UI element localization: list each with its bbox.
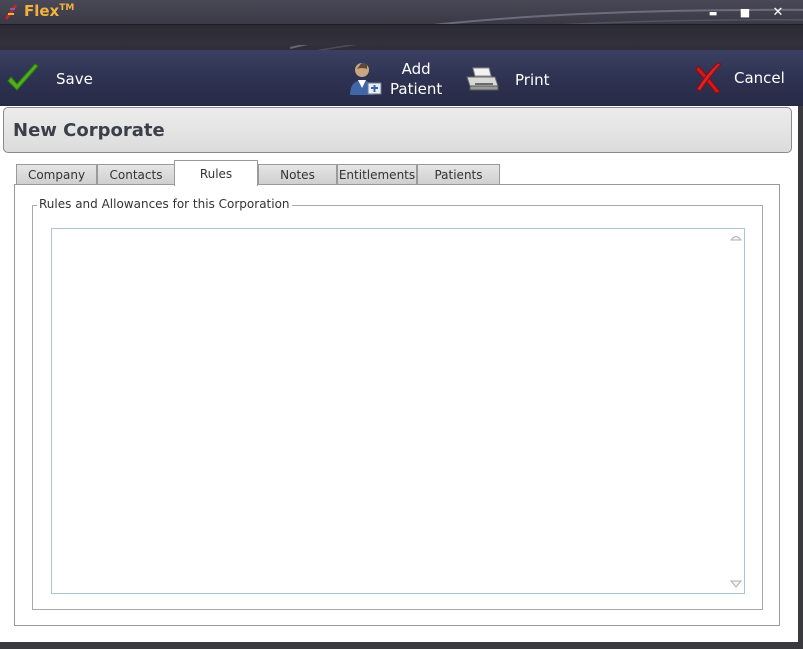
header-bar: New Corporate (3, 107, 792, 153)
page-title: New Corporate (13, 120, 165, 141)
add-patient-button[interactable]: Add Patient (348, 59, 442, 99)
print-label: Print (515, 71, 550, 89)
save-label: Save (56, 70, 93, 88)
app-title-text: Flex (24, 2, 60, 20)
rules-textarea[interactable] (51, 228, 745, 594)
close-icon: ✕ (772, 5, 784, 20)
tab-company[interactable]: Company (16, 164, 97, 184)
add-patient-icon (350, 63, 382, 95)
main-content: New Corporate Company Contacts Rules Not… (0, 106, 803, 642)
save-button[interactable]: Save (6, 63, 93, 95)
add-patient-label-line1: Add (401, 60, 431, 78)
toolbar: Save Add Patient Print Cancel (0, 50, 803, 107)
app-trademark: TM (59, 3, 75, 13)
rules-tab-panel: Rules and Allowances for this Corporatio… (14, 184, 780, 626)
cancel-label: Cancel (734, 69, 785, 87)
add-patient-label: Add Patient (390, 59, 442, 99)
bottom-frame (0, 642, 803, 649)
checkmark-icon (7, 63, 39, 91)
tab-patients[interactable]: Patients (417, 164, 500, 184)
scroll-down-icon[interactable] (730, 580, 742, 588)
printer-icon (466, 67, 499, 91)
tab-entitlements[interactable]: Entitlements (337, 164, 417, 184)
maximize-icon: ■ (739, 6, 751, 19)
maximize-button[interactable]: ■ (734, 4, 756, 22)
title-strip (0, 24, 803, 45)
cancel-x-icon (695, 62, 722, 94)
tab-contacts[interactable]: Contacts (97, 164, 175, 184)
minimize-button[interactable]: ▬ (702, 4, 724, 22)
scroll-up-icon[interactable] (730, 233, 742, 241)
close-button[interactable]: ✕ (767, 4, 789, 22)
rules-groupbox-label: Rules and Allowances for this Corporatio… (37, 197, 292, 211)
add-patient-label-line2: Patient (390, 80, 443, 98)
title-bar: FlexTM ▬ ■ ✕ (0, 0, 803, 50)
rules-groupbox: Rules and Allowances for this Corporatio… (32, 197, 763, 610)
tab-rules[interactable]: Rules (174, 160, 258, 186)
flex-logo-icon (4, 4, 18, 20)
print-button[interactable]: Print (465, 66, 550, 94)
minimize-icon: ▬ (708, 9, 718, 19)
cancel-button[interactable]: Cancel (694, 62, 785, 94)
tab-notes[interactable]: Notes (258, 164, 337, 184)
app-title: FlexTM (24, 2, 74, 20)
